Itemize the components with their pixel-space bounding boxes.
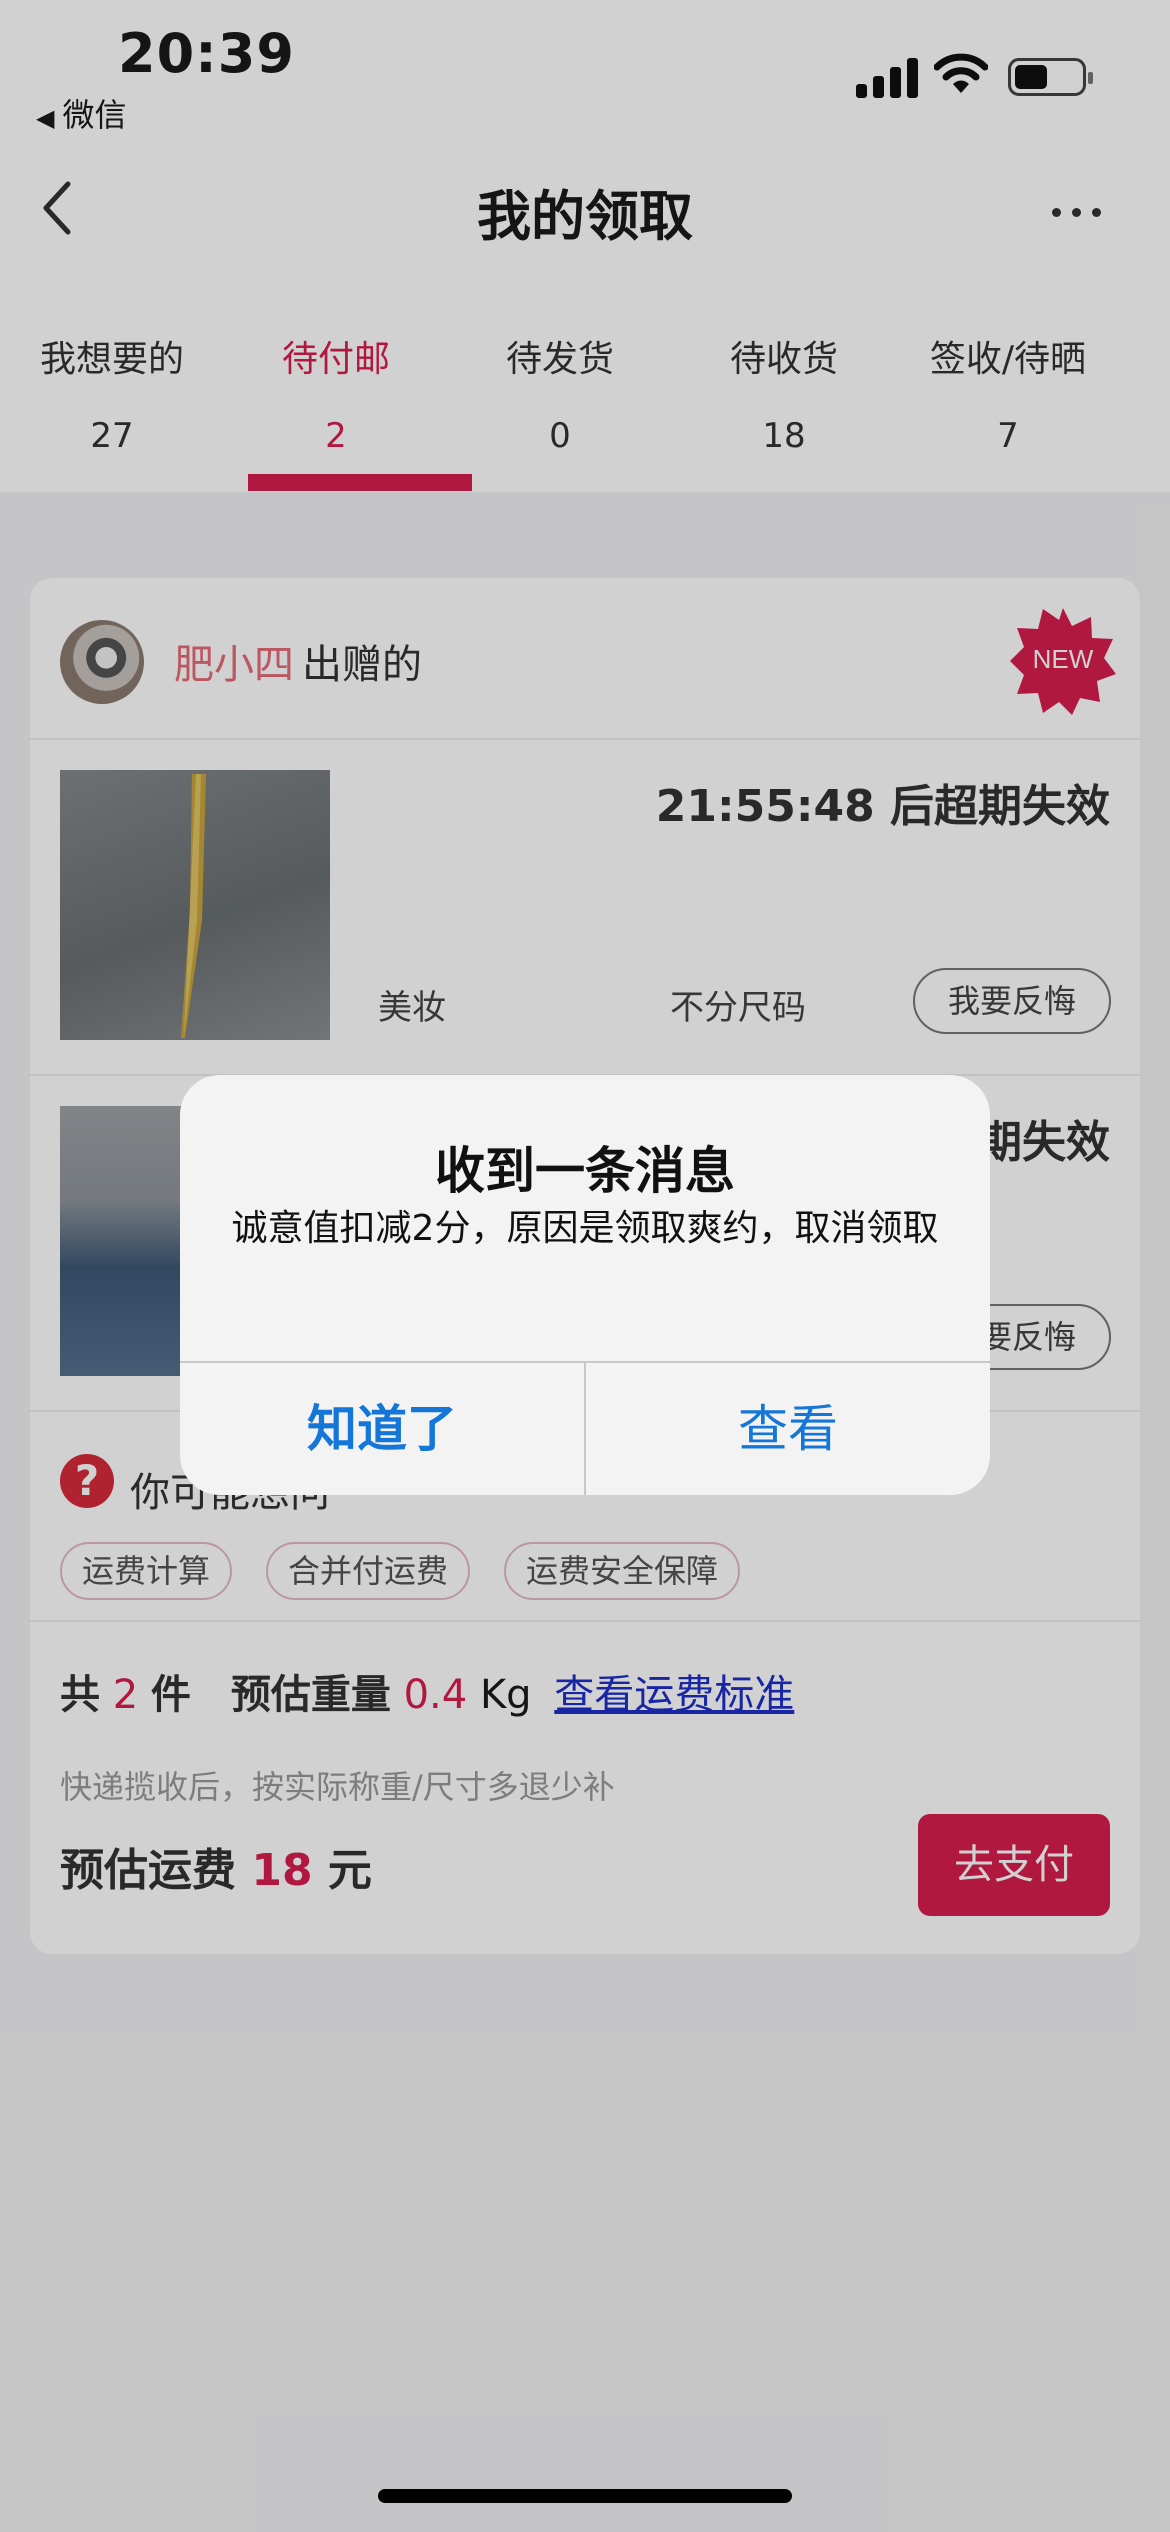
alert-message: 诚意值扣减2分，原因是领取爽约，取消领取 <box>231 1208 939 1249</box>
home-indicator[interactable] <box>378 2489 792 2503</box>
alert-title: 收到一条消息 <box>435 1142 735 1200</box>
message-alert: 收到一条消息 诚意值扣减2分，原因是领取爽约，取消领取 知道了 查看 <box>180 1075 990 1495</box>
view-button[interactable]: 查看 <box>586 1363 990 1495</box>
ok-button[interactable]: 知道了 <box>180 1363 584 1495</box>
